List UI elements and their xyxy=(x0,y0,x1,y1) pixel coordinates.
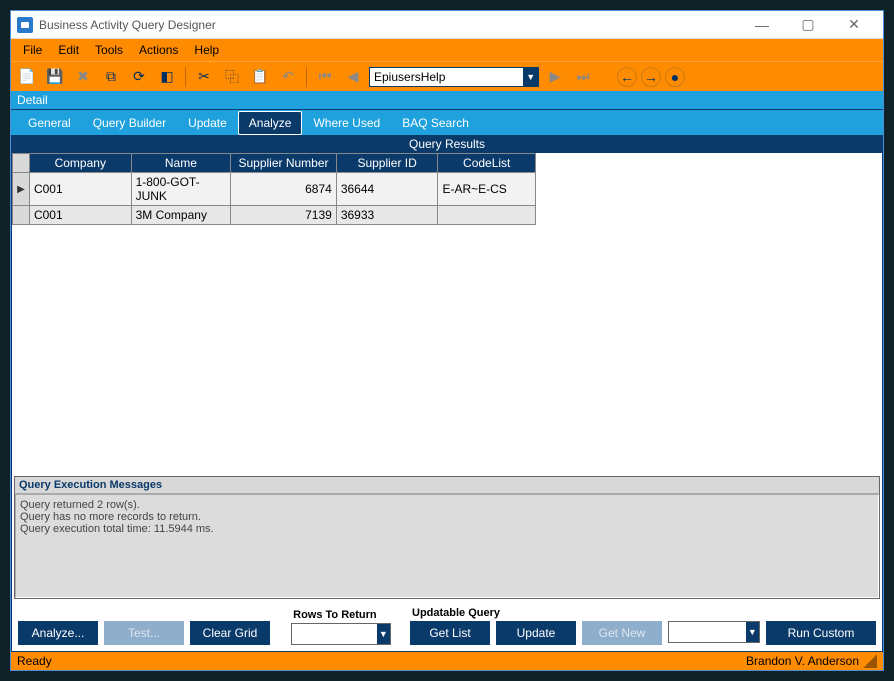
col-company[interactable]: Company xyxy=(29,154,131,173)
app-icon xyxy=(17,17,33,33)
rows-to-return-input[interactable] xyxy=(292,624,376,644)
resize-grip-icon[interactable] xyxy=(863,654,877,668)
query-name-combo[interactable]: ▼ xyxy=(369,67,539,87)
chevron-down-icon[interactable]: ▼ xyxy=(746,622,759,642)
copy-record-icon[interactable]: ⧉ xyxy=(99,65,123,89)
cell-supplier-id[interactable]: 36644 xyxy=(336,173,438,206)
message-line: Query returned 2 row(s). xyxy=(20,499,874,511)
cell-codelist[interactable] xyxy=(438,206,536,225)
chevron-down-icon[interactable]: ▼ xyxy=(523,68,538,86)
tab-analyze[interactable]: Analyze xyxy=(238,111,303,135)
run-custom-button[interactable]: Run Custom xyxy=(766,621,876,645)
tab-where-used[interactable]: Where Used xyxy=(302,111,391,135)
messages-panel: Query Execution Messages Query returned … xyxy=(14,476,880,599)
cell-supplier-id[interactable]: 36933 xyxy=(336,206,438,225)
toolbar: 📄 💾 ✖ ⧉ ⟳ ◧ ✂ ⿻ 📋 ↶ ⏮ ◀ ▼ ▶ ⏭ ← → ● xyxy=(11,61,883,91)
get-list-button[interactable]: Get List xyxy=(410,621,490,645)
rows-to-return-combo[interactable]: ▼ xyxy=(291,623,391,645)
col-supplier-id[interactable]: Supplier ID xyxy=(336,154,438,173)
table-row[interactable]: ▶ C001 1-800-GOT-JUNK 6874 36644 E-AR~E-… xyxy=(13,173,536,206)
first-icon: ⏮ xyxy=(313,65,337,89)
status-text: Ready xyxy=(17,654,52,668)
grid-empty-area xyxy=(12,225,882,476)
cell-supplier-number[interactable]: 7139 xyxy=(231,206,337,225)
tab-general[interactable]: General xyxy=(17,111,82,135)
cell-codelist[interactable]: E-AR~E-CS xyxy=(438,173,536,206)
window-title: Business Activity Query Designer xyxy=(39,18,739,32)
test-button: Test... xyxy=(104,621,184,645)
status-user: Brandon V. Anderson xyxy=(746,654,859,668)
rows-to-return-group: Rows To Return ▼ xyxy=(291,609,391,645)
get-new-button: Get New xyxy=(582,621,662,645)
next-icon: ▶ xyxy=(543,65,567,89)
cell-name[interactable]: 3M Company xyxy=(131,206,231,225)
tab-update[interactable]: Update xyxy=(177,111,238,135)
toolbar-separator xyxy=(185,67,186,87)
toolbar-separator xyxy=(306,67,307,87)
grid-title: Query Results xyxy=(12,135,882,153)
titlebar: Business Activity Query Designer — ▢ ✕ xyxy=(11,11,883,39)
row-indicator-icon: ▶ xyxy=(13,173,30,206)
grid-wrap: Company Name Supplier Number Supplier ID… xyxy=(12,153,882,225)
row-selector-header xyxy=(13,154,30,173)
clear-grid-button[interactable]: Clear Grid xyxy=(190,621,270,645)
col-name[interactable]: Name xyxy=(131,154,231,173)
menu-file[interactable]: File xyxy=(15,41,50,59)
tab-query-builder[interactable]: Query Builder xyxy=(82,111,177,135)
message-line: Query execution total time: 11.5944 ms. xyxy=(20,523,874,535)
statusbar: Ready Brandon V. Anderson xyxy=(11,652,883,670)
maximize-button[interactable]: ▢ xyxy=(785,11,831,39)
updatable-query-label: Updatable Query xyxy=(410,607,876,619)
row-indicator-icon xyxy=(13,206,30,225)
updatable-query-group: Updatable Query Get List Update Get New … xyxy=(410,607,876,645)
cell-name[interactable]: 1-800-GOT-JUNK xyxy=(131,173,231,206)
app-window: Business Activity Query Designer — ▢ ✕ F… xyxy=(10,10,884,671)
menubar: File Edit Tools Actions Help xyxy=(11,39,883,61)
cell-company[interactable]: C001 xyxy=(29,173,131,206)
content-area: Query Results Company Name Supplier Numb… xyxy=(11,135,883,652)
menu-tools[interactable]: Tools xyxy=(87,41,131,59)
save-icon[interactable]: 💾 xyxy=(43,65,67,89)
paste-icon: 📋 xyxy=(248,65,272,89)
messages-title: Query Execution Messages xyxy=(15,477,879,494)
nav-back-icon[interactable]: ← xyxy=(617,67,637,87)
nav-forward-icon[interactable]: → xyxy=(641,67,661,87)
new-icon[interactable]: 📄 xyxy=(15,65,39,89)
refresh-icon[interactable]: ⟳ xyxy=(127,65,151,89)
minimize-button[interactable]: — xyxy=(739,11,785,39)
clear-icon[interactable]: ◧ xyxy=(155,65,179,89)
last-icon: ⏭ xyxy=(571,65,595,89)
messages-body: Query returned 2 row(s). Query has no mo… xyxy=(15,494,879,598)
message-line: Query has no more records to return. xyxy=(20,511,874,523)
chevron-down-icon[interactable]: ▼ xyxy=(377,624,391,644)
menu-actions[interactable]: Actions xyxy=(131,41,186,59)
undo-icon: ↶ xyxy=(276,65,300,89)
detail-header: Detail xyxy=(11,91,883,109)
copy-icon[interactable]: ⿻ xyxy=(220,65,244,89)
prev-icon: ◀ xyxy=(341,65,365,89)
update-button[interactable]: Update xyxy=(496,621,576,645)
menu-edit[interactable]: Edit xyxy=(50,41,87,59)
col-codelist[interactable]: CodeList xyxy=(438,154,536,173)
menu-help[interactable]: Help xyxy=(186,41,227,59)
query-name-input[interactable] xyxy=(370,68,523,86)
cell-supplier-number[interactable]: 6874 xyxy=(231,173,337,206)
cut-icon[interactable]: ✂ xyxy=(192,65,216,89)
cell-company[interactable]: C001 xyxy=(29,206,131,225)
delete-icon: ✖ xyxy=(71,65,95,89)
col-supplier-number[interactable]: Supplier Number xyxy=(231,154,337,173)
analyze-button[interactable]: Analyze... xyxy=(18,621,98,645)
tab-strip: General Query Builder Update Analyze Whe… xyxy=(11,109,883,135)
window-controls: — ▢ ✕ xyxy=(739,11,877,39)
results-grid[interactable]: Company Name Supplier Number Supplier ID… xyxy=(12,153,536,225)
tab-baq-search[interactable]: BAQ Search xyxy=(391,111,480,135)
custom-action-combo[interactable]: ▼ xyxy=(668,621,760,643)
bottom-controls: Analyze... Test... Clear Grid Rows To Re… xyxy=(12,603,882,651)
close-button[interactable]: ✕ xyxy=(831,11,877,39)
rows-to-return-label: Rows To Return xyxy=(291,609,391,621)
table-row[interactable]: C001 3M Company 7139 36933 xyxy=(13,206,536,225)
nav-home-icon[interactable]: ● xyxy=(665,67,685,87)
custom-action-input[interactable] xyxy=(669,622,746,642)
